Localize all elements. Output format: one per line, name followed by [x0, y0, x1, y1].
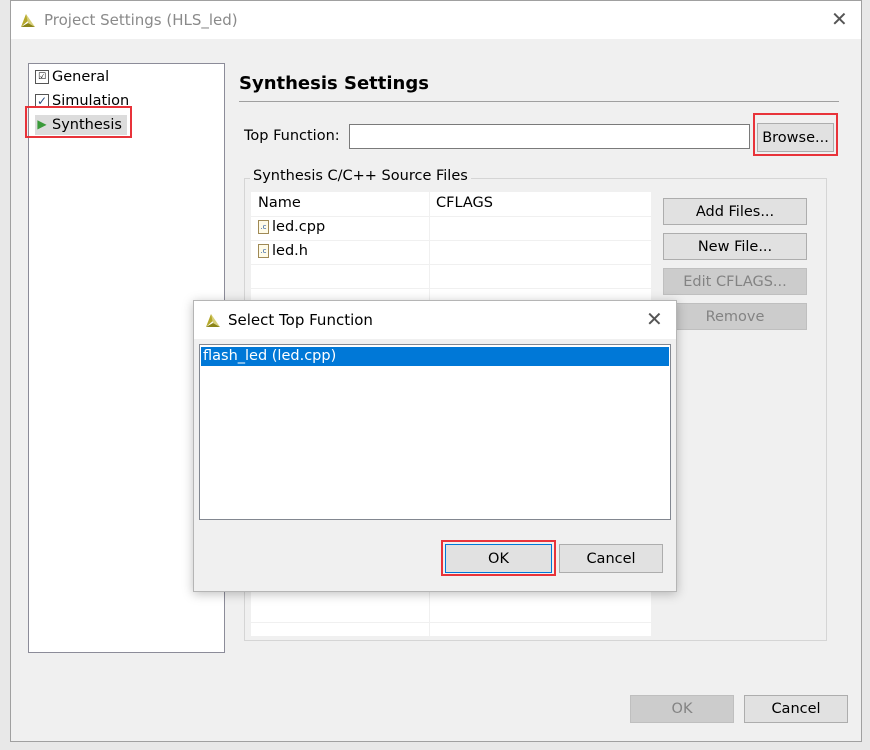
- column-header-cflags[interactable]: CFLAGS: [436, 195, 493, 211]
- group-title: Synthesis C/C++ Source Files: [250, 168, 471, 184]
- c-file-icon: .c: [258, 220, 269, 234]
- c-file-icon: .c: [258, 244, 269, 258]
- close-icon[interactable]: ✕: [831, 9, 848, 29]
- tree-item-label: General: [52, 69, 110, 85]
- divider: [239, 101, 839, 102]
- file-name: led.cpp: [272, 219, 326, 235]
- new-file-button[interactable]: New File...: [663, 233, 807, 260]
- table-header: Name CFLAGS: [251, 192, 651, 217]
- dialog-title-bar: Select Top Function ✕: [194, 301, 676, 339]
- table-row-empty: [251, 265, 651, 289]
- dialog-cancel-button[interactable]: Cancel: [559, 544, 663, 573]
- general-settings-icon: ☑: [35, 70, 49, 84]
- vivado-hls-logo-icon: [21, 14, 35, 27]
- table-row[interactable]: .c led.cpp: [251, 217, 651, 241]
- window-title: Project Settings (HLS_led): [44, 11, 238, 29]
- cancel-button[interactable]: Cancel: [744, 695, 848, 723]
- title-bar: Project Settings (HLS_led) ✕: [11, 1, 861, 39]
- highlight-box: [753, 113, 838, 156]
- table-row-empty: [251, 599, 651, 623]
- close-icon[interactable]: ✕: [646, 309, 663, 329]
- vivado-hls-logo-icon: [206, 314, 220, 327]
- add-files-button[interactable]: Add Files...: [663, 198, 807, 225]
- column-header-name[interactable]: Name: [258, 195, 301, 211]
- top-function-input[interactable]: [349, 124, 750, 149]
- remove-button[interactable]: Remove: [663, 303, 807, 330]
- table-row[interactable]: .c led.h: [251, 241, 651, 265]
- file-name: led.h: [272, 243, 308, 259]
- select-top-function-dialog: Select Top Function ✕ flash_led (led.cpp…: [193, 300, 677, 592]
- ok-button[interactable]: OK: [630, 695, 734, 723]
- highlight-box: [25, 106, 132, 138]
- tree-item-general[interactable]: ☑ General: [35, 67, 109, 87]
- top-function-label: Top Function:: [244, 128, 340, 144]
- dialog-title: Select Top Function: [228, 311, 373, 329]
- list-item[interactable]: flash_led (led.cpp): [201, 347, 669, 366]
- page-title: Synthesis Settings: [239, 73, 429, 94]
- highlight-box: [441, 540, 556, 576]
- edit-cflags-button[interactable]: Edit CFLAGS...: [663, 268, 807, 295]
- function-list[interactable]: flash_led (led.cpp): [199, 344, 671, 520]
